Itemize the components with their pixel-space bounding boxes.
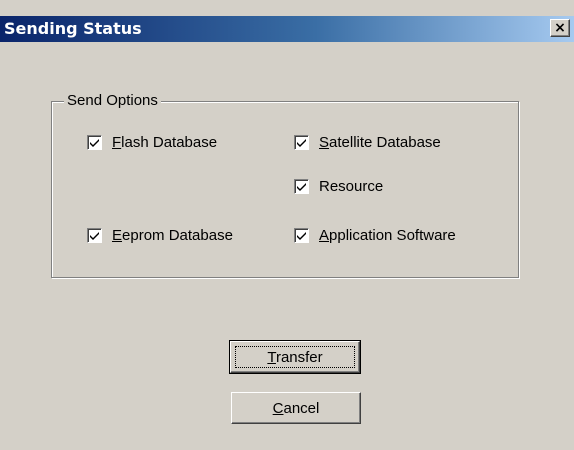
- checkmark-icon[interactable]: [294, 135, 309, 150]
- title-bar[interactable]: Sending Status ×: [0, 16, 574, 42]
- resource-label: Resource: [319, 178, 384, 195]
- satellite-database-checkbox[interactable]: Satellite Database: [294, 134, 441, 151]
- window-title: Sending Status: [4, 19, 142, 38]
- cancel-button[interactable]: Cancel: [231, 392, 361, 424]
- send-options-group: Send Options: [51, 92, 519, 278]
- close-button[interactable]: ×: [550, 19, 570, 37]
- flash-database-label: Flash Database: [112, 134, 218, 151]
- application-software-label: Application Software: [319, 227, 456, 244]
- resource-checkbox[interactable]: Resource: [294, 178, 383, 195]
- application-software-checkbox[interactable]: Application Software: [294, 227, 456, 244]
- eeprom-database-checkbox[interactable]: Eeprom Database: [87, 227, 233, 244]
- focus-rectangle: [235, 346, 355, 368]
- flash-database-checkbox[interactable]: Flash Database: [87, 134, 217, 151]
- checkmark-icon[interactable]: [87, 228, 102, 243]
- send-options-label: Send Options: [64, 92, 161, 109]
- checkmark-icon[interactable]: [294, 179, 309, 194]
- satellite-database-label: Satellite Database: [319, 134, 441, 151]
- checkmark-icon[interactable]: [294, 228, 309, 243]
- close-icon: ×: [554, 20, 566, 36]
- checkmark-icon[interactable]: [87, 135, 102, 150]
- sending-status-dialog: Sending Status × Send Options Flash Data…: [0, 0, 574, 450]
- eeprom-database-label: Eeprom Database: [112, 227, 233, 244]
- cancel-button-label: Cancel: [272, 399, 320, 417]
- transfer-button[interactable]: Transfer: [229, 340, 361, 374]
